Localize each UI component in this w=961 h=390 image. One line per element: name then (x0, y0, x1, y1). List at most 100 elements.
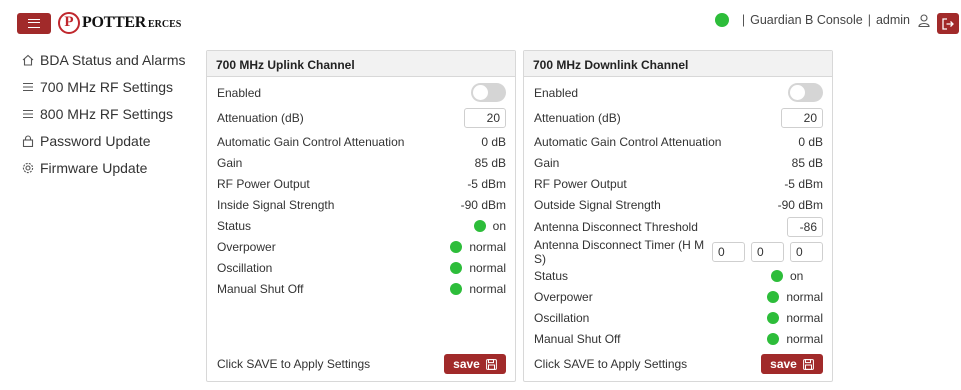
save-button[interactable]: save (761, 354, 823, 374)
overpower-value: normal (786, 289, 823, 304)
timer-hours-input[interactable] (712, 241, 745, 262)
rf-power-row: RF Power Output -5 dBm (217, 173, 506, 194)
status-label: Status (534, 268, 569, 283)
gain-value: 85 dB (791, 155, 823, 170)
oscillation-value: normal (786, 310, 823, 325)
agc-row: Automatic Gain Control Attenuation 0 dB (217, 131, 506, 152)
overpower-value: normal (469, 239, 506, 254)
sidebar-item-password[interactable]: Password Update (22, 127, 192, 154)
gear-icon (22, 162, 34, 174)
save-button-label: save (770, 357, 797, 371)
enabled-label: Enabled (217, 85, 262, 100)
sidebar-item-800-rf[interactable]: 800 MHz RF Settings (22, 100, 192, 127)
panel-title: 700 MHz Downlink Channel (524, 51, 832, 77)
gain-value: 85 dB (474, 155, 506, 170)
console-name: Guardian B Console (750, 13, 863, 27)
manual-shutoff-indicator-dot (450, 282, 463, 295)
oscillation-value: normal (469, 260, 506, 275)
gain-label: Gain (534, 155, 560, 170)
lock-icon (22, 134, 34, 147)
header-status-area: | Guardian B Console | admin (714, 13, 930, 27)
logo-text: POTTER (82, 14, 146, 31)
attenuation-row: Attenuation (dB) (534, 107, 823, 128)
manual-shutoff-value: normal (786, 331, 823, 346)
sidebar-item-bda-status[interactable]: BDA Status and Alarms (22, 46, 192, 73)
panel-title: 700 MHz Uplink Channel (207, 51, 515, 77)
hamburger-menu-button[interactable] (17, 13, 51, 34)
agc-value: 0 dB (798, 134, 823, 149)
antenna-timer-row: Antenna Disconnect Timer (H M S) (534, 238, 823, 266)
overpower-row: Overpower normal (534, 286, 823, 307)
agc-row: Automatic Gain Control Attenuation 0 dB (534, 131, 823, 152)
panel-footer: Click SAVE to Apply Settings save (217, 354, 506, 374)
enabled-toggle[interactable] (471, 83, 506, 102)
antenna-threshold-row: Antenna Disconnect Threshold (534, 216, 823, 237)
hamburger-icon (28, 19, 40, 28)
panel-footer: Click SAVE to Apply Settings save (534, 354, 823, 374)
signal-strength-label: Outside Signal Strength (534, 197, 661, 212)
agc-value: 0 dB (481, 134, 506, 149)
status-row: Status on (534, 265, 823, 286)
top-bar: P POTTER ERCES | Guardian B Console | ad… (0, 0, 961, 44)
uplink-channel-panel: 700 MHz Uplink Channel Enabled Attenuati… (206, 50, 516, 382)
oscillation-row: Oscillation normal (217, 257, 506, 278)
status-label: Status (217, 218, 252, 233)
enabled-row: Enabled (217, 82, 506, 103)
attenuation-input[interactable] (781, 107, 823, 128)
rf-power-label: RF Power Output (217, 176, 310, 191)
status-value: on (492, 218, 506, 233)
overpower-row: Overpower normal (217, 236, 506, 257)
downlink-channel-panel: 700 MHz Downlink Channel Enabled Attenua… (523, 50, 833, 382)
oscillation-label: Oscillation (534, 310, 590, 325)
sidebar-item-firmware[interactable]: Firmware Update (22, 154, 192, 181)
overpower-label: Overpower (217, 239, 276, 254)
gain-row: Gain 85 dB (217, 152, 506, 173)
enabled-toggle[interactable] (788, 83, 823, 102)
attenuation-row: Attenuation (dB) (217, 107, 506, 128)
menu-lines-icon (22, 108, 34, 120)
status-indicator-dot (771, 269, 783, 282)
logout-icon (942, 17, 954, 30)
timer-seconds-input[interactable] (790, 241, 823, 262)
sidebar-item-label: 800 MHz RF Settings (40, 105, 174, 122)
overpower-indicator-dot (767, 290, 780, 303)
gain-label: Gain (217, 155, 243, 170)
manual-shutoff-row: Manual Shut Off normal (217, 278, 506, 299)
user-icon[interactable] (918, 13, 930, 27)
manual-shutoff-label: Manual Shut Off (534, 331, 621, 346)
manual-shutoff-row: Manual Shut Off normal (534, 328, 823, 349)
manual-shutoff-indicator-dot (767, 332, 780, 345)
floppy-disk-icon (485, 358, 497, 370)
logo: P POTTER ERCES (58, 12, 181, 34)
sidebar-item-700-rf[interactable]: 700 MHz RF Settings (22, 73, 192, 100)
sidebar-item-label: 700 MHz RF Settings (40, 78, 174, 95)
gain-row: Gain 85 dB (534, 152, 823, 173)
menu-lines-icon (22, 81, 34, 93)
overpower-label: Overpower (534, 289, 593, 304)
rf-power-value: -5 dBm (784, 176, 823, 191)
attenuation-label: Attenuation (dB) (217, 110, 304, 125)
antenna-threshold-label: Antenna Disconnect Threshold (534, 219, 698, 234)
enabled-row: Enabled (534, 82, 823, 103)
sidebar-item-label: Password Update (40, 132, 151, 149)
save-button[interactable]: save (444, 354, 506, 374)
timer-minutes-input[interactable] (751, 241, 784, 262)
oscillation-indicator-dot (767, 311, 780, 324)
agc-label: Automatic Gain Control Attenuation (534, 134, 722, 149)
home-icon (22, 54, 34, 66)
sidebar-item-label: BDA Status and Alarms (40, 51, 186, 68)
antenna-threshold-input[interactable] (787, 216, 823, 237)
status-value: on (790, 268, 804, 283)
agc-label: Automatic Gain Control Attenuation (217, 134, 405, 149)
oscillation-label: Oscillation (217, 260, 273, 275)
status-row: Status on (217, 215, 506, 236)
save-hint-text: Click SAVE to Apply Settings (217, 357, 371, 371)
overpower-indicator-dot (450, 240, 463, 253)
logo-subtext: ERCES (148, 18, 182, 30)
connection-status-dot (714, 13, 729, 27)
attenuation-input[interactable] (464, 107, 506, 128)
attenuation-label: Attenuation (dB) (534, 110, 621, 125)
manual-shutoff-value: normal (469, 281, 506, 296)
manual-shutoff-label: Manual Shut Off (217, 281, 304, 296)
logout-button[interactable] (937, 13, 959, 34)
